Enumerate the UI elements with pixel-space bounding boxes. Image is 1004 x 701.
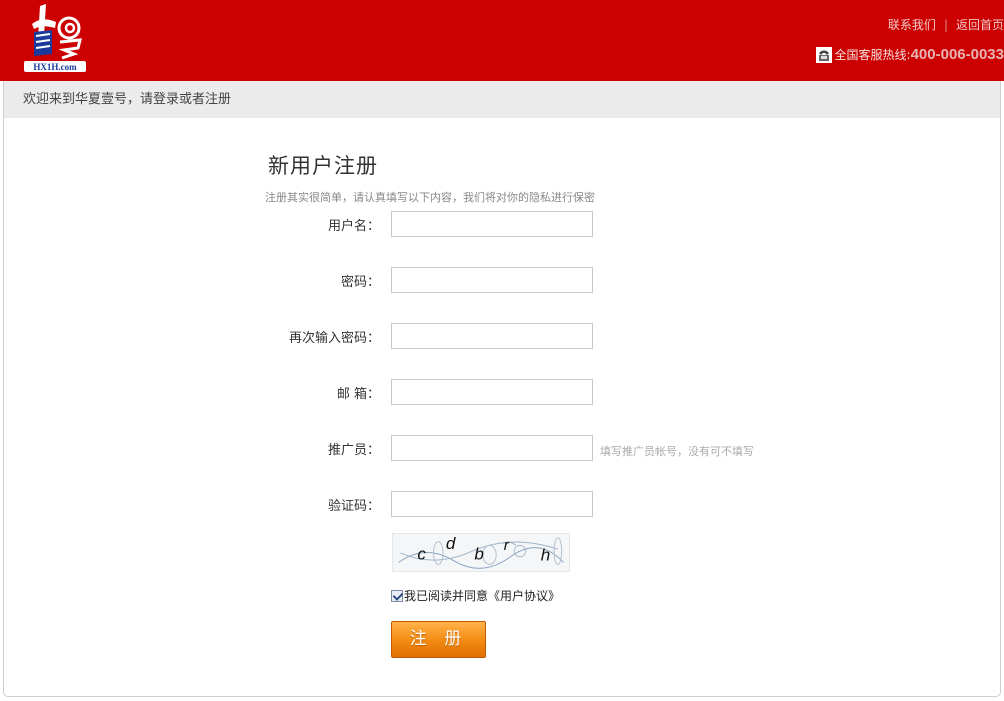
email-input[interactable] [391, 379, 593, 405]
password-input[interactable] [391, 267, 593, 293]
referrer-label: 推广员： [327, 443, 380, 458]
page-title: 新用户注册 [268, 154, 378, 178]
svg-text:c: c [417, 545, 426, 564]
logo-text: HX1H.com [33, 62, 77, 72]
back-home-link[interactable]: 返回首页 [956, 18, 1004, 32]
site-logo[interactable]: HX1H.com [22, 2, 88, 74]
user-agreement-link[interactable]: 《用户协议》 [488, 587, 560, 604]
page-subtitle: 注册其实很简单，请认真填写以下内容，我们将对你的隐私进行保密 [265, 191, 595, 204]
email-row: 邮 箱： [4, 379, 994, 405]
svg-text:b: b [474, 545, 483, 564]
captcha-image[interactable]: c d b r h [392, 533, 570, 572]
username-input[interactable] [391, 211, 593, 237]
captcha-label: 验证码： [327, 499, 380, 514]
hotline-label: 全国客服热线: [834, 48, 911, 62]
welcome-message: 欢迎来到华夏壹号，请登录或者注册 [4, 81, 1000, 118]
register-button[interactable]: 注 册 [391, 621, 486, 658]
username-label: 用户名： [327, 219, 380, 234]
confirm-password-label: 再次输入密码： [288, 331, 380, 346]
svg-text:d: d [446, 534, 456, 553]
phone-icon [815, 46, 832, 63]
referrer-row: 推广员： 填写推广员帐号，没有可不填写 [4, 435, 994, 461]
password-label: 密码： [340, 275, 380, 290]
captcha-row: 验证码： [4, 491, 994, 517]
svg-text:h: h [541, 546, 551, 565]
referrer-input[interactable] [391, 435, 593, 461]
agree-checkbox[interactable] [391, 589, 403, 602]
main-panel: 欢迎来到华夏壹号，请登录或者注册 新用户注册 注册其实很简单，请认真填写以下内容… [3, 81, 1001, 697]
email-label: 邮 箱： [336, 387, 380, 402]
link-separator: | [943, 18, 948, 32]
referrer-hint: 填写推广员帐号，没有可不填写 [600, 445, 754, 458]
svg-text:r: r [504, 537, 510, 554]
confirm-password-row: 再次输入密码： [4, 323, 994, 349]
contact-us-link[interactable]: 联系我们 [888, 18, 936, 32]
hotline: 全国客服热线: 400-006-0033 [815, 46, 1004, 63]
agreement: 我已阅读并同意 《用户协议》 [391, 587, 560, 604]
confirm-password-input[interactable] [391, 323, 593, 349]
header-bar: HX1H.com 联系我们 | 返回首页 全国客服热线: 400-006-0033 [0, 0, 1004, 81]
password-row: 密码： [4, 267, 994, 293]
top-links: 联系我们 | 返回首页 [888, 16, 1004, 33]
hotline-number: 400-006-0033 [910, 46, 1004, 63]
username-row: 用户名： [4, 211, 994, 237]
agree-text: 我已阅读并同意 [404, 589, 489, 603]
captcha-input[interactable] [391, 491, 593, 517]
